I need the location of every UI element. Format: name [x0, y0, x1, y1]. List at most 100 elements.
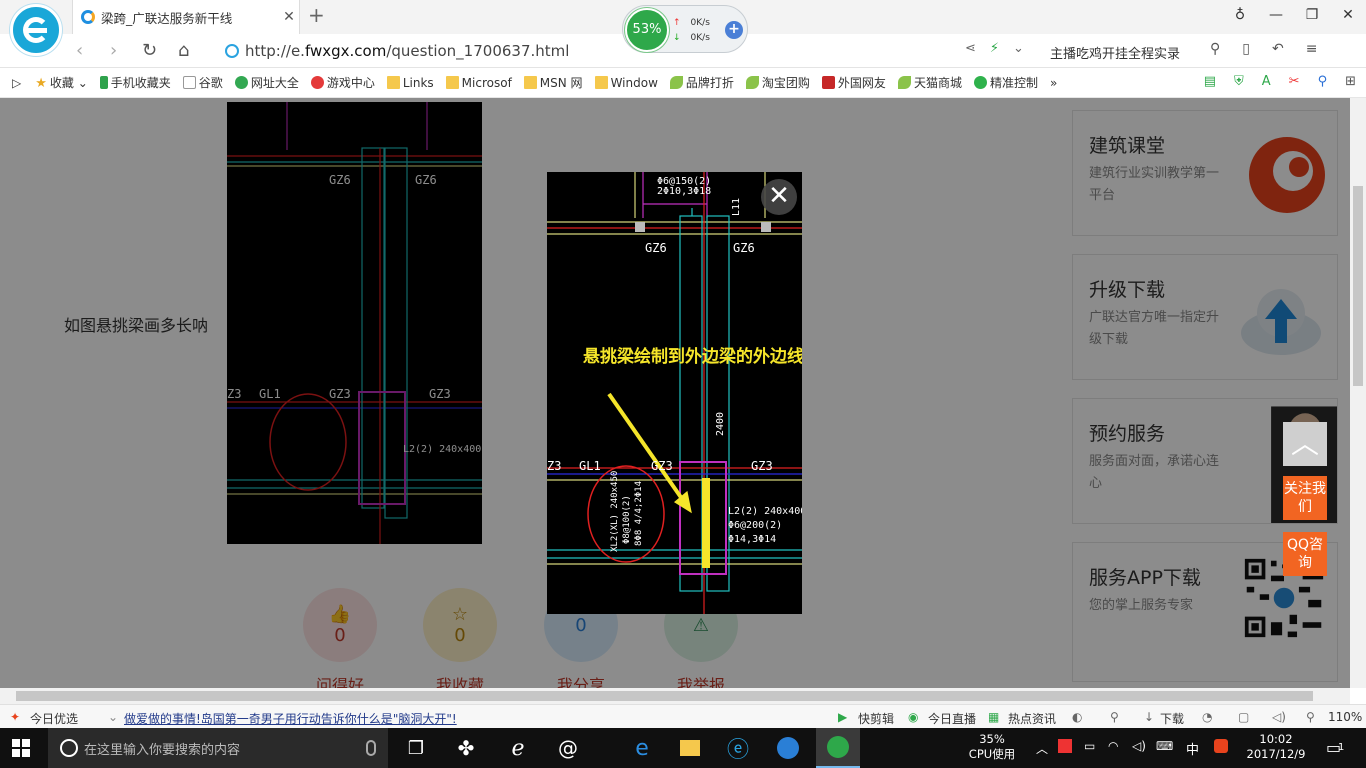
windows-start-icon[interactable] [12, 739, 30, 757]
clip-icon: ▶ [838, 710, 848, 724]
scissors-icon[interactable]: ✂ [1289, 74, 1300, 89]
file-explorer-icon[interactable] [668, 728, 712, 768]
news-headline[interactable]: 做爱做的事情!岛国第一奇男子用行动告诉你什么是"脑洞大开"! [124, 710, 457, 727]
ime-indicator[interactable]: 中 [1186, 739, 1199, 758]
minimize-icon[interactable]: — [1258, 0, 1294, 30]
horizontal-scrollbar[interactable] [0, 688, 1350, 704]
pin-icon[interactable]: ⚲ [1110, 710, 1119, 724]
volume-icon[interactable]: ◁) [1132, 739, 1146, 753]
qq-consult-button[interactable]: QQ咨询 [1283, 532, 1327, 576]
bookmark-item[interactable]: MSN 网 [523, 74, 583, 91]
bookmark-label: 外国网友 [837, 76, 886, 90]
e-browser-app-icon[interactable]: ℯ [496, 728, 540, 768]
bookmarks-more-icon[interactable]: » [1050, 76, 1057, 90]
battery-icon[interactable]: ▭ [1084, 739, 1095, 753]
tab-active[interactable]: 梁跨_广联达服务新干线 ✕ [72, 0, 300, 34]
magnify-icon[interactable]: ⚲ [1210, 41, 1220, 57]
vertical-scroll-thumb[interactable] [1353, 186, 1363, 386]
apps-grid-icon[interactable]: ⊞ [1345, 74, 1356, 89]
flag-icon [821, 76, 835, 89]
cad-label-gz6: GZ6 [733, 241, 755, 255]
bookmark-item[interactable]: Window [594, 76, 658, 90]
image-preview-modal: GZ6 GZ6 GL1 GZ3 GZ3 Z3 Φ6@150(2) 2Φ10,3Φ… [547, 172, 839, 614]
bookmark-item[interactable]: Microsof [445, 76, 512, 90]
share-icon[interactable]: ⋖ [965, 41, 976, 56]
sidebar-toggle-icon[interactable]: ▷ [12, 76, 21, 90]
speed-plus-icon[interactable]: + [725, 21, 743, 39]
follow-us-button[interactable]: 关注我们 [1283, 476, 1327, 520]
status-item-clip[interactable]: 快剪辑 [858, 710, 894, 727]
bookmark-item[interactable]: 淘宝团购 [745, 74, 810, 91]
vertical-scrollbar[interactable] [1350, 98, 1366, 688]
clean-icon[interactable]: ◔ [1202, 710, 1212, 724]
bookmark-label: 精准控制 [989, 76, 1038, 90]
keyboard-icon[interactable]: ⌨ [1156, 739, 1173, 753]
forward-icon[interactable]: › [110, 40, 117, 61]
notification-count: 1 [1338, 742, 1345, 753]
browser-taskbar-active[interactable] [816, 728, 860, 768]
shield-icon[interactable]: ⛨ [1234, 74, 1244, 89]
status-item-live[interactable]: 今日直播 [928, 710, 976, 727]
tray-app-icon[interactable] [1058, 739, 1072, 753]
bookmark-item[interactable]: 游戏中心 [310, 74, 375, 91]
speedup-icon[interactable]: ⚡ [990, 41, 999, 56]
upload-speed: ↑ 0K/s [673, 18, 723, 28]
status-download[interactable]: 下载 [1160, 710, 1184, 727]
tab-close-icon[interactable]: ✕ [279, 9, 299, 25]
cpu-monitor[interactable]: 35% CPU使用 [964, 732, 1020, 762]
bookmark-item[interactable]: 网址大全 [234, 74, 299, 91]
glodon-app-icon[interactable] [766, 728, 810, 768]
today-picks[interactable]: 今日优选 [30, 710, 78, 727]
windows-taskbar: 在这里输入你要搜索的内容 ❐ ✤ ℯ @ e ⓔ 35% CPU使用 ︿ ▭ ◠… [0, 728, 1366, 768]
maximize-icon[interactable]: ❐ [1294, 0, 1330, 30]
sound-icon[interactable]: ◁) [1272, 710, 1286, 724]
status-item-news[interactable]: 热点资讯 [1008, 710, 1056, 727]
window-close-icon[interactable]: ✕ [1330, 0, 1366, 30]
search-icon[interactable]: ⚲ [1318, 74, 1328, 89]
skin-icon[interactable]: ♁ [1222, 0, 1258, 30]
zoom-level[interactable]: 110% [1328, 710, 1362, 724]
dropdown-icon[interactable]: ⌄ [1013, 41, 1024, 56]
bookmarks-bar: ▷ ★ 收藏 ⌄ 手机收藏夹 谷歌 网址大全 游戏中心 Links Microso… [0, 68, 1366, 98]
tray-expand-icon[interactable]: ︿ [1036, 740, 1048, 757]
back-to-top-icon[interactable]: ︿ [1283, 422, 1327, 466]
menu-icon[interactable]: ≡ [1306, 41, 1318, 57]
download-arrow-icon: ↓ [673, 33, 681, 43]
ie-app-icon[interactable]: ⓔ [716, 728, 760, 768]
spiral-app-icon[interactable]: @ [546, 728, 590, 768]
browser-window: 梁跨_广联达服务新干线 ✕ + ♁ — ❐ ✕ 53% ↑ 0K/s ↓ 0K/s … [0, 0, 1366, 728]
reader-icon[interactable]: ▤ [1204, 74, 1216, 89]
sogou-ime-icon[interactable] [1214, 739, 1228, 753]
edge-app-icon[interactable]: e [620, 728, 664, 768]
bookmark-item[interactable]: 品牌打折 [669, 74, 734, 91]
horizontal-scroll-thumb[interactable] [16, 691, 1313, 701]
bookmark-item[interactable]: 谷歌 [182, 74, 223, 91]
back-icon[interactable]: ‹ [76, 40, 83, 61]
bookmark-item[interactable]: 手机收藏夹 [99, 74, 171, 91]
wifi-icon[interactable]: ◠ [1108, 739, 1118, 753]
phone-sync-icon[interactable]: ▯ [1242, 41, 1250, 57]
window-icon[interactable]: ▢ [1238, 710, 1249, 724]
pinwheel-app-icon[interactable]: ✤ [444, 728, 488, 768]
bookmark-item[interactable]: 天猫商城 [897, 74, 962, 91]
browser-logo[interactable] [10, 4, 62, 56]
task-view-icon[interactable]: ❐ [394, 728, 438, 768]
address-input[interactable]: http://e.fwxgx.com/question_1700637.html [225, 40, 945, 62]
bookmark-item[interactable]: 精准控制 [973, 74, 1038, 91]
translate-icon[interactable]: A [1262, 74, 1271, 89]
taskbar-search-placeholder: 在这里输入你要搜索的内容 [84, 742, 241, 758]
home-icon[interactable]: ⌂ [178, 40, 189, 61]
refresh-icon[interactable]: ↻ [142, 40, 157, 61]
taskbar-clock[interactable]: 10:02 2017/12/9 [1244, 732, 1308, 762]
night-mode-icon[interactable]: ◐ [1072, 710, 1082, 724]
microphone-icon[interactable] [366, 740, 376, 756]
taskbar-search[interactable]: 在这里输入你要搜索的内容 [48, 728, 388, 768]
search-hint[interactable]: 主播吃鸡开挂全程实录 [1050, 43, 1180, 62]
undo-icon[interactable]: ↶ [1272, 41, 1284, 57]
bookmark-item[interactable]: ★ 收藏 ⌄ [35, 74, 88, 92]
bookmark-item[interactable]: 外国网友 [821, 74, 886, 91]
bookmark-item[interactable]: Links [386, 76, 434, 90]
new-tab-icon[interactable]: + [308, 3, 325, 27]
speed-widget[interactable]: 53% ↑ 0K/s ↓ 0K/s + [622, 5, 748, 53]
modal-close-icon[interactable]: ✕ [761, 179, 797, 215]
